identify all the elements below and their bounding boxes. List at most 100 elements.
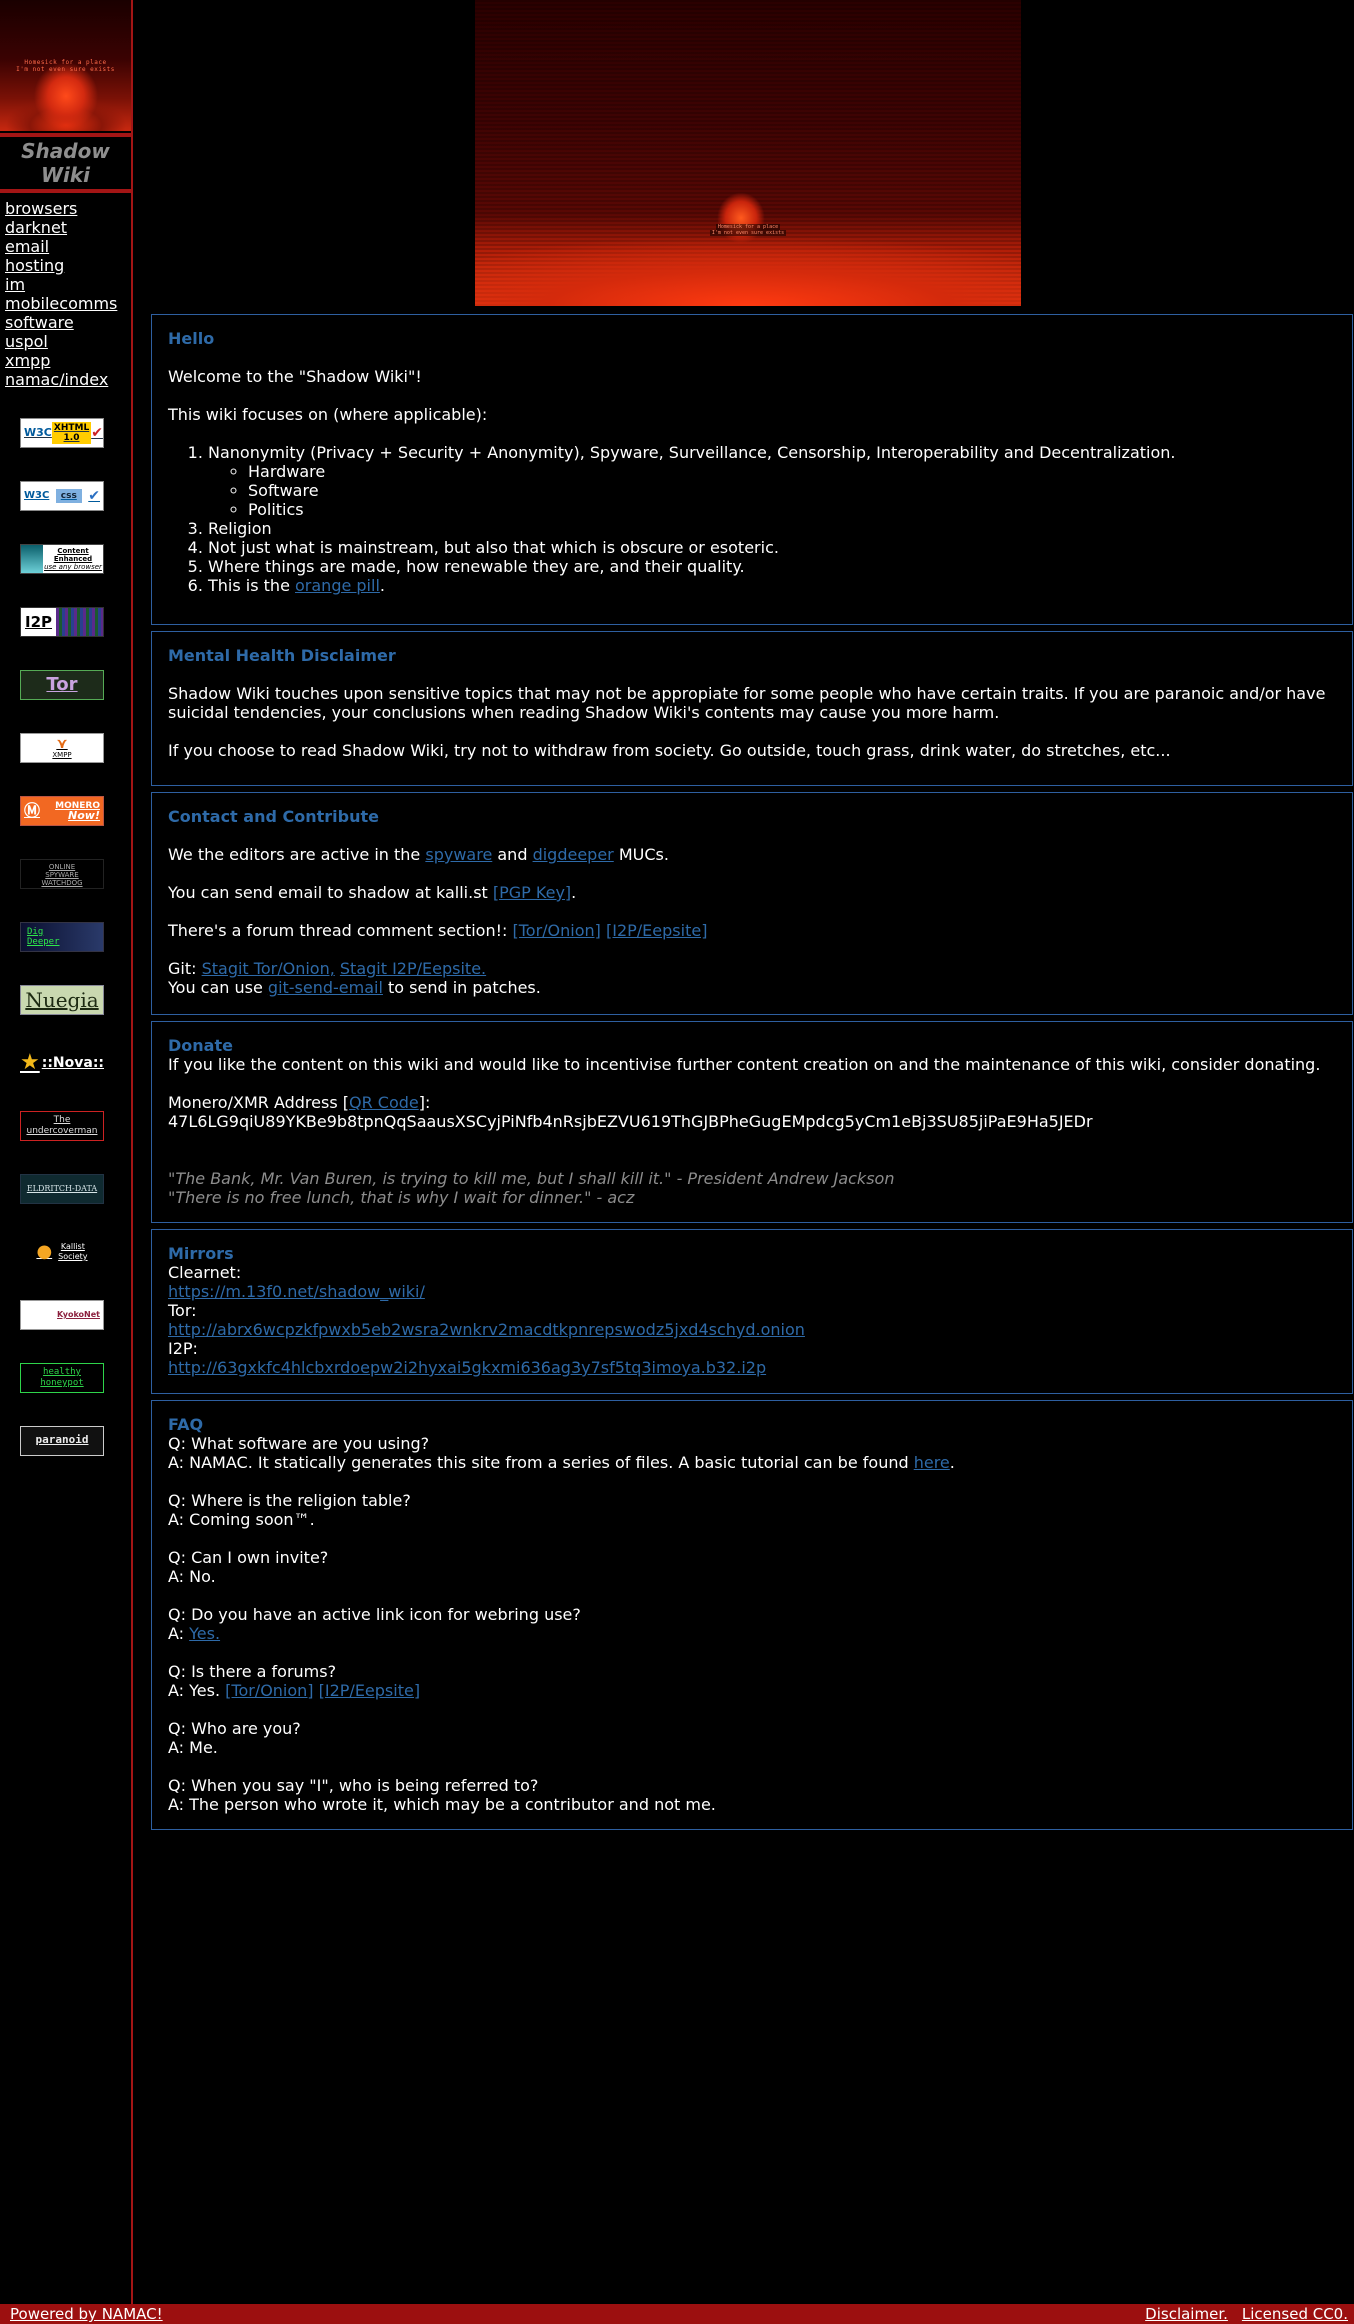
faq-entry: Q: Can I own invite? A: No. bbox=[168, 1548, 1336, 1586]
undercoverman-line-2: undercoverman bbox=[26, 1126, 98, 1136]
nav-link-xmpp[interactable]: xmpp bbox=[5, 351, 50, 370]
kyokonet-badge[interactable]: KyokoNet bbox=[20, 1300, 104, 1330]
email-text: You can send email to shadow at kalli.st… bbox=[168, 883, 1336, 902]
digdeeper-line-1: Dig bbox=[27, 927, 44, 937]
nav-link-darknet[interactable]: darknet bbox=[5, 218, 67, 237]
contact-heading: Contact and Contribute bbox=[168, 807, 379, 826]
clearnet-mirror-link[interactable]: https://m.13f0.net/shadow_wiki/ bbox=[168, 1282, 425, 1301]
i2p-label: I2P: bbox=[168, 1339, 198, 1358]
pgp-key-link[interactable]: [PGP Key] bbox=[493, 883, 571, 902]
editors-prefix: We the editors are active in the bbox=[168, 845, 426, 864]
webring-icon-link[interactable]: Yes. bbox=[189, 1624, 220, 1643]
healthy-line-2: honeypot bbox=[40, 1378, 84, 1388]
nav-link-browsers[interactable]: browsers bbox=[5, 199, 77, 218]
footer-links: Disclaimer. Licensed CC0. bbox=[1131, 2304, 1348, 2324]
monero-text: MONERO Now! bbox=[44, 801, 100, 821]
faq-entry: Q: When you say "I", who is being referr… bbox=[168, 1776, 1336, 1814]
nav-link-software[interactable]: software bbox=[5, 313, 74, 332]
digdeeper-muc-link[interactable]: digdeeper bbox=[533, 845, 614, 864]
stagit-i2p-link[interactable]: Stagit I2P/Eepsite. bbox=[340, 959, 486, 978]
xmpp-logo-icon: ⋎ bbox=[56, 735, 68, 752]
tor-mirror-link[interactable]: http://abrx6wcpzkfpwxb5eb2wsra2wnkrv2mac… bbox=[168, 1320, 805, 1339]
xhtml-valid-badge[interactable]: W3C XHTML 1.0 ✔ bbox=[20, 418, 104, 448]
quote-acz: "There is no free lunch, that is why I w… bbox=[168, 1188, 635, 1207]
mental-health-paragraph-1: Shadow Wiki touches upon sensitive topic… bbox=[168, 684, 1326, 722]
focus-item: Not just what is mainstream, but also th… bbox=[208, 538, 1336, 557]
qr-code-link[interactable]: QR Code bbox=[349, 1093, 419, 1112]
sidebar-nav: browsers darknet email hosting im mobile… bbox=[0, 193, 131, 389]
nuegia-badge[interactable]: Nuegia bbox=[20, 985, 104, 1015]
kallist-society-badge[interactable]: ● Kallist Society bbox=[20, 1237, 104, 1267]
badge-list: W3C XHTML 1.0 ✔ W3C css ✔ Content Enhance… bbox=[0, 389, 131, 1456]
kyoko-label: KyokoNet bbox=[57, 1310, 100, 1319]
digdeeper-badge[interactable]: Dig Deeper bbox=[20, 922, 104, 952]
faq-forum-tor-link[interactable]: [Tor/Onion] bbox=[225, 1681, 313, 1700]
paranoid-badge[interactable]: paranoid bbox=[20, 1426, 104, 1456]
site-logo[interactable]: Homesick for a place I'm not even sure e… bbox=[0, 0, 131, 131]
i2p-mirror-link[interactable]: http://63gxkfc4hlcbxrdoepw2i2hyxai5gkxmi… bbox=[168, 1358, 766, 1377]
faq-answer: A: NAMAC. It statically generates this s… bbox=[168, 1453, 914, 1472]
forum-tor-link[interactable]: [Tor/Onion] bbox=[513, 921, 601, 940]
tutorial-link[interactable]: here bbox=[914, 1453, 950, 1472]
nav-link-hosting[interactable]: hosting bbox=[5, 256, 64, 275]
faq-entry: Q: Who are you? A: Me. bbox=[168, 1719, 1336, 1757]
forum-prefix: There's a forum thread comment section!: bbox=[168, 921, 513, 940]
sidebar: Homesick for a place I'm not even sure e… bbox=[0, 0, 133, 2304]
xmpp-badge[interactable]: ⋎ XMPP bbox=[20, 733, 104, 763]
undercoverman-badge[interactable]: The undercoverman bbox=[20, 1111, 104, 1141]
paranoid-label: paranoid bbox=[35, 1433, 89, 1446]
watchdog-line-3: WATCHDOG bbox=[41, 879, 83, 887]
stagit-tor-link[interactable]: Stagit Tor/Onion, bbox=[202, 959, 335, 978]
orange-pill-link[interactable]: orange pill bbox=[295, 576, 380, 595]
tor-badge[interactable]: Tor bbox=[20, 670, 104, 700]
kallist-line-1: Kallist bbox=[60, 1242, 85, 1251]
mental-health-section: Mental Health Disclaimer Shadow Wiki tou… bbox=[151, 631, 1353, 786]
faq-entry: Q: Where is the religion table? A: Coming… bbox=[168, 1491, 1336, 1529]
powered-by-namac-link[interactable]: Powered by NAMAC! bbox=[10, 2304, 163, 2324]
forum-text: There's a forum thread comment section!:… bbox=[168, 921, 1336, 940]
nav-link-email[interactable]: email bbox=[5, 237, 49, 256]
forum-i2p-link[interactable]: [I2P/Eepsite] bbox=[606, 921, 707, 940]
healthy-honeypot-badge[interactable]: healthy honeypot bbox=[20, 1363, 104, 1393]
nav-link-namac-index[interactable]: namac/index bbox=[5, 370, 108, 389]
hello-section: Hello Welcome to the "Shadow Wiki"! This… bbox=[151, 314, 1353, 625]
faq-entry: Q: Do you have an active link icon for w… bbox=[168, 1605, 1336, 1643]
spyware-watchdog-badge[interactable]: ONLINE SPYWARE WATCHDOG bbox=[20, 859, 104, 889]
punctuation: . bbox=[949, 1453, 955, 1472]
focus-intro: This wiki focuses on (where applicable): bbox=[168, 405, 488, 424]
css-valid-badge[interactable]: W3C css ✔ bbox=[20, 481, 104, 511]
nav-link-im[interactable]: im bbox=[5, 275, 25, 294]
eldritch-data-badge[interactable]: ELDRITCH-DATA bbox=[20, 1174, 104, 1204]
disclaimer-link[interactable]: Disclaimer. bbox=[1145, 2305, 1228, 2323]
header-banner: Homesick for a place I'm not even sure e… bbox=[475, 0, 1021, 306]
nav-item-hosting: hosting bbox=[5, 256, 131, 275]
nova-badge[interactable]: ★ ::Nova:: bbox=[20, 1048, 104, 1078]
xmpp-label: XMPP bbox=[52, 750, 72, 759]
nav-link-mobilecomms[interactable]: mobilecomms bbox=[5, 294, 117, 313]
i2p-badge[interactable]: I2P bbox=[20, 607, 104, 637]
logo-caption: Homesick for a place I'm not even sure e… bbox=[0, 59, 131, 73]
watchdog-line-2: SPYWARE bbox=[45, 871, 79, 879]
healthy-line-1: healthy bbox=[43, 1367, 81, 1377]
watchdog-line-1: ONLINE bbox=[48, 863, 76, 871]
css-label: css bbox=[55, 489, 82, 503]
sidebar-title-box: Shadow Wiki bbox=[0, 133, 131, 193]
nav-item-browsers: browsers bbox=[5, 199, 131, 218]
faq-question: Q: Where is the religion table? bbox=[168, 1491, 411, 1510]
nova-star-icon: ★ bbox=[20, 1050, 40, 1075]
faq-forum-i2p-link[interactable]: [I2P/Eepsite] bbox=[319, 1681, 420, 1700]
mirrors-section: Mirrors Clearnet: https://m.13f0.net/sha… bbox=[151, 1229, 1353, 1394]
punctuation: . bbox=[379, 576, 385, 595]
main-content: Hello Welcome to the "Shadow Wiki"! This… bbox=[151, 314, 1353, 1836]
monero-badge[interactable]: Ⓜ MONERO Now! bbox=[20, 796, 104, 826]
address-prefix: Monero/XMR Address [ bbox=[168, 1093, 349, 1112]
content-enhanced-badge[interactable]: Content Enhanced use any browser bbox=[20, 544, 104, 574]
spyware-muc-link[interactable]: spyware bbox=[425, 845, 492, 864]
monero-address[interactable]: 47L6LG9qiU89YKBe9b8tpnQqSaausXSCyjPiNfb4… bbox=[168, 1112, 1093, 1131]
git-send-email-link[interactable]: git-send-email bbox=[268, 978, 383, 997]
license-link[interactable]: Licensed CC0. bbox=[1242, 2305, 1348, 2323]
editors-text: We the editors are active in the spyware… bbox=[168, 845, 1336, 864]
focus-item: Where things are made, how renewable the… bbox=[208, 557, 1336, 576]
nav-link-uspol[interactable]: uspol bbox=[5, 332, 48, 351]
faq-question: Q: Who are you? bbox=[168, 1719, 301, 1738]
